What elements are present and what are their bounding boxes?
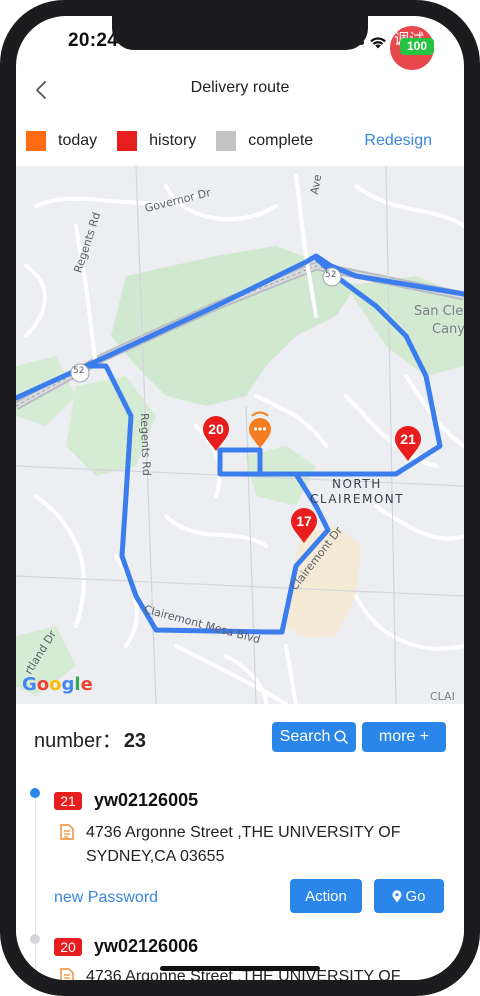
map-label: CLAIREMONT — [310, 492, 405, 506]
map-pin-20[interactable]: 20 — [202, 416, 230, 452]
more-button[interactable]: more + — [362, 722, 446, 752]
home-indicator[interactable] — [160, 966, 320, 971]
new-password-link[interactable]: new Password — [54, 889, 158, 907]
order-badge: 21 — [54, 791, 82, 810]
map-pin-21[interactable]: 21 — [394, 426, 422, 462]
pin-number: 21 — [400, 431, 416, 447]
document-icon — [60, 824, 74, 840]
map-pin-17[interactable]: 17 — [290, 508, 318, 544]
legend-swatch-today — [26, 131, 46, 151]
legend-label: complete — [248, 132, 314, 149]
pin-number: 17 — [296, 513, 312, 529]
current-location-pin[interactable] — [246, 410, 274, 450]
order-item[interactable]: 20 yw02126006 4736 Argonne Street ,THE U… — [54, 936, 454, 980]
side-button — [0, 186, 2, 248]
side-button — [0, 128, 2, 158]
go-label: Go — [405, 887, 426, 905]
screen: 20:24 调试 100 Delivery route — [16, 16, 464, 980]
search-icon — [334, 730, 349, 744]
legend-label: today — [58, 132, 98, 149]
map-label: NORTH — [332, 477, 382, 491]
route-legend: today history complete Redesign — [16, 124, 464, 158]
status-icons: 调试 100 — [359, 26, 434, 70]
debug-badge: 调试 100 — [390, 26, 434, 70]
map-label: Cany — [432, 322, 464, 337]
wifi-icon — [370, 37, 386, 49]
go-button[interactable]: Go — [374, 879, 444, 913]
order-count: number： 23 — [34, 724, 146, 753]
route-map[interactable]: Governor Dr Regents Rd Ave 52 52 San Cle… — [16, 166, 464, 704]
map-label: CLAI — [430, 690, 455, 703]
legend-swatch-history — [117, 131, 138, 151]
legend-today: today — [26, 131, 97, 151]
side-button — [0, 262, 2, 324]
legend-history: history — [117, 131, 196, 151]
nav-bar: Delivery route — [16, 66, 464, 114]
count-value: 23 — [123, 730, 147, 752]
timeline-dot — [30, 934, 40, 944]
location-icon — [392, 889, 402, 902]
order-header: 20 yw02126006 — [54, 936, 454, 957]
status-time: 20:24 — [68, 30, 119, 51]
order-item[interactable]: 21 yw02126005 4736 Argonne Street ,THE U… — [54, 790, 454, 919]
google-logo: Google — [22, 674, 93, 695]
order-actions: new Password Action Go — [54, 879, 454, 919]
current-location-icon — [249, 411, 271, 448]
map-label: San Cle — [414, 304, 464, 319]
legend-complete: complete — [216, 131, 313, 151]
map-label: 52 — [325, 270, 337, 280]
redesign-link[interactable]: Redesign — [364, 132, 432, 150]
map-label: Regents Rd — [137, 412, 153, 477]
notch — [112, 16, 368, 50]
timeline-line — [35, 794, 36, 980]
order-id: yw02126005 — [94, 790, 199, 810]
document-icon — [60, 968, 74, 980]
legend-swatch-complete — [216, 131, 237, 151]
side-button — [476, 220, 480, 320]
search-button[interactable]: Search — [272, 722, 356, 752]
order-header: 21 yw02126005 — [54, 790, 454, 811]
search-label: Search — [279, 728, 331, 745]
count-label: number： — [34, 730, 122, 752]
timeline-dot-active — [30, 788, 40, 798]
order-address: 4736 Argonne Street ,THE UNIVERSITY OF S… — [54, 821, 454, 869]
action-button[interactable]: Action — [290, 879, 362, 913]
legend-label: history — [149, 132, 197, 149]
phone-frame: 20:24 调试 100 Delivery route — [0, 0, 480, 996]
pin-number: 20 — [208, 421, 224, 437]
page-title: Delivery route — [190, 79, 290, 96]
address-text: 4736 Argonne Street ,THE UNIVERSITY OF S… — [86, 824, 401, 865]
order-list-panel: number： 23 Search more + 21 yw02126005 4… — [16, 704, 464, 980]
order-id: yw02126006 — [94, 936, 199, 956]
battery-icon: 100 — [400, 38, 434, 55]
order-badge: 20 — [54, 937, 82, 956]
map-label: 52 — [73, 366, 85, 376]
